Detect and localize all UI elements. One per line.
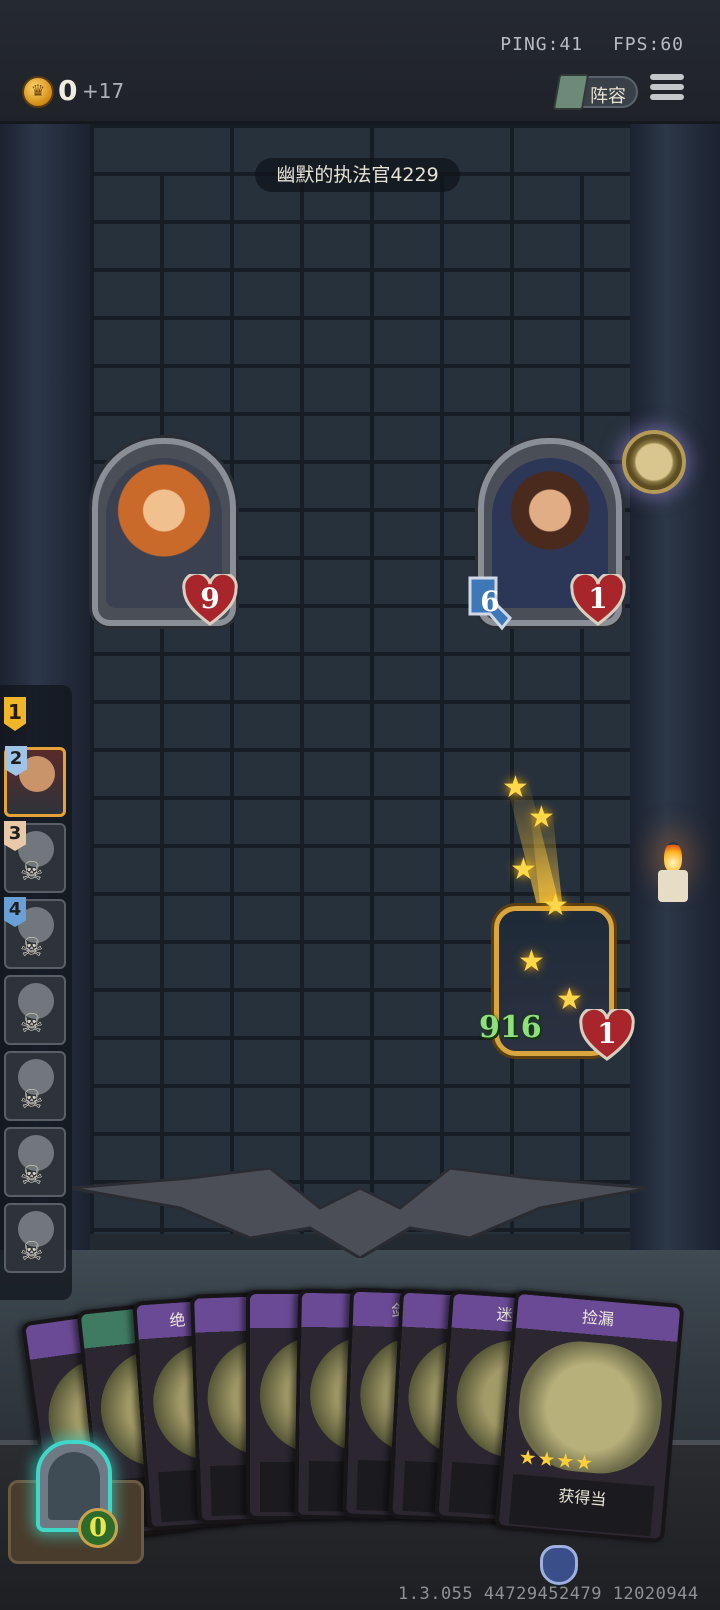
right-pillar (630, 124, 720, 1264)
right-hero[interactable]: 6 1 (468, 438, 626, 631)
skull-icon: ☠ (20, 1085, 44, 1115)
right-hero-attack: 6 (466, 574, 514, 632)
turn-slot[interactable]: ☠ 4 (4, 897, 66, 969)
turn-slot[interactable]: ☠ (4, 1127, 66, 1197)
left-hero[interactable]: 9 (92, 438, 238, 626)
skull-icon: ☠ (20, 857, 44, 887)
top-bar: PING:41 FPS:60 0 +17 阵容 (0, 0, 720, 124)
right-hero-health: 1 (570, 574, 626, 626)
star-icon: ★ (528, 800, 555, 835)
gold-income: +17 (82, 79, 125, 103)
attacker-health: 1 (579, 1009, 635, 1061)
hand-card-featured[interactable]: 捡漏 ★★★★ 获得当 (494, 1289, 685, 1544)
turn-slot[interactable]: ☠ (4, 1051, 66, 1121)
shield-icon[interactable] (540, 1545, 578, 1585)
star-icon: ★ (510, 852, 537, 887)
star-icon: ★ (556, 982, 583, 1017)
turn-slot[interactable]: ☠ (4, 1203, 66, 1273)
player-mana: 0 (78, 1508, 118, 1548)
version-label: 1.3.055 44729452479 12020944 (398, 1584, 699, 1604)
gold-coin-icon (22, 76, 54, 108)
gold-value: 0 (58, 74, 78, 107)
left-hero-health: 9 (182, 574, 238, 626)
skull-icon: ☠ (20, 1237, 44, 1267)
brick-wall (90, 124, 630, 1234)
fps-label: FPS:60 (612, 34, 684, 55)
bat-ornament-icon (70, 1168, 650, 1258)
battle-arena (0, 124, 720, 1264)
skull-icon: ☠ (20, 1009, 44, 1039)
skull-icon: ☠ (20, 933, 44, 963)
candle-icon (658, 870, 688, 902)
ping-label: PING:41 (500, 34, 584, 55)
turn-order-bar: 1 2 ☠ 3 ☠ 4 ☠ ☠ ☠ ☠ (0, 685, 72, 1300)
attacker-minion-card[interactable]: 916 1 (479, 906, 635, 1061)
attacker-attack: 916 (479, 1010, 542, 1045)
network-stats: PING:41 FPS:60 (500, 34, 684, 55)
star-icon: ★ (518, 944, 545, 979)
lineup-book-icon (552, 74, 590, 110)
candle-flame-icon (664, 842, 682, 872)
menu-icon[interactable] (650, 74, 684, 104)
turn-slot[interactable]: ☠ (4, 975, 66, 1045)
pocket-watch-icon[interactable] (622, 430, 686, 494)
turn-slot[interactable]: 2 (4, 746, 66, 817)
opponent-name: 幽默的执法官4229 (255, 158, 460, 192)
turn-slot[interactable]: ☠ 3 (4, 821, 66, 893)
star-icon: ★ (542, 888, 569, 923)
star-icon: ★ (502, 770, 529, 805)
skull-icon: ☠ (20, 1161, 44, 1191)
lineup-label: 阵容 (590, 86, 626, 107)
lineup-button[interactable]: 阵容 (552, 74, 638, 110)
turn-number-1: 1 (4, 697, 26, 731)
